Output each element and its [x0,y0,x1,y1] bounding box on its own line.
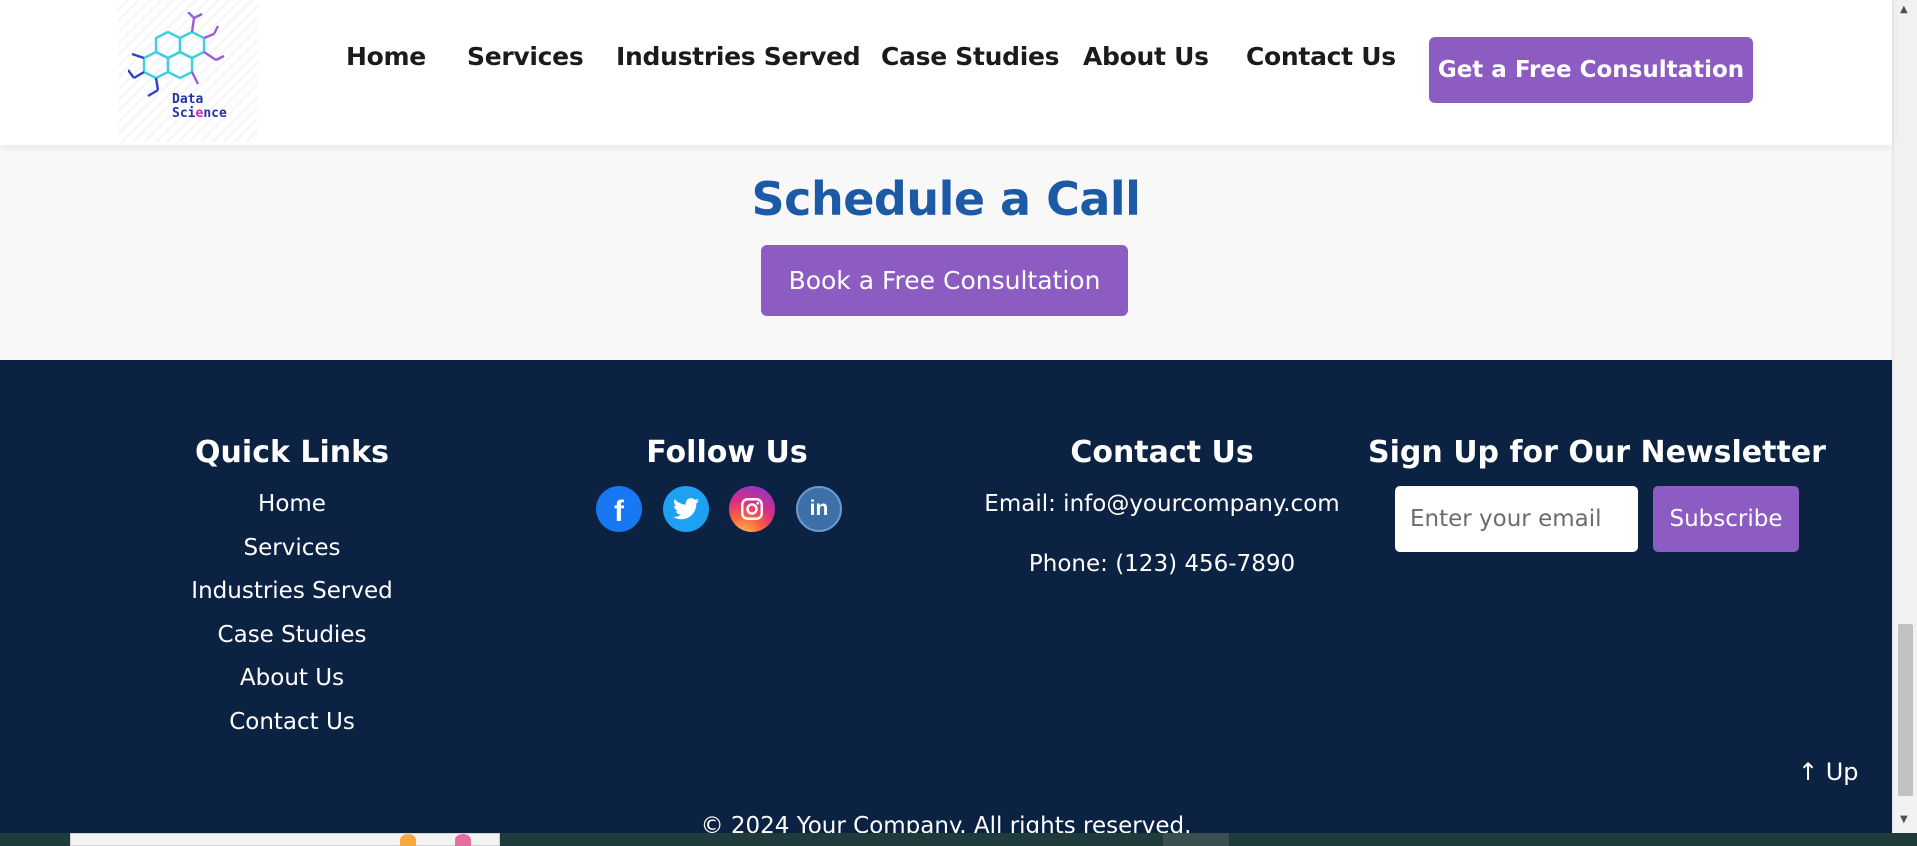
site-footer: Quick Links Home Services Industries Ser… [0,360,1892,846]
book-free-consultation-button[interactable]: Book a Free Consultation [761,245,1128,316]
data-science-logo[interactable]: Data Science [118,0,258,142]
schedule-call-title: Schedule a Call [751,172,1141,226]
subscribe-button[interactable]: Subscribe [1653,486,1799,552]
logo-text-line2: Science [172,106,227,121]
page-scrollbar[interactable]: ▲ ▼ [1892,0,1917,834]
follow-us-title: Follow Us [646,435,808,470]
nav-home[interactable]: Home [346,42,426,71]
footer-link-contact-us[interactable]: Contact Us [229,709,355,735]
nav-about-us[interactable]: About Us [1083,42,1209,71]
footer-link-services[interactable]: Services [244,535,341,561]
os-taskbar [0,833,1917,846]
contact-us-title: Contact Us [1070,435,1254,470]
nav-contact-us[interactable]: Contact Us [1246,42,1396,71]
logo-text-line1: Data [172,92,204,107]
scroll-up-arrow-icon[interactable]: ▲ [1900,4,1908,15]
facebook-icon[interactable]: f [596,486,642,532]
contact-email: Email: info@yourcompany.com [984,491,1340,517]
get-free-consultation-button[interactable]: Get a Free Consultation [1429,37,1753,103]
quick-links-title: Quick Links [195,435,389,470]
site-header: Data Science Home Services Industries Se… [0,0,1892,145]
footer-link-home[interactable]: Home [258,491,326,517]
nav-industries-served[interactable]: Industries Served [616,42,861,71]
scroll-up-link[interactable]: ↑ Up [1798,758,1859,786]
linkedin-icon[interactable]: in [796,486,842,532]
footer-link-case-studies[interactable]: Case Studies [218,622,367,648]
footer-link-about-us[interactable]: About Us [240,665,344,691]
taskbar-search-box[interactable] [70,833,500,846]
contact-phone: Phone: (123) 456-7890 [1028,551,1296,577]
twitter-icon[interactable] [663,486,709,532]
instagram-icon[interactable] [729,486,775,532]
scroll-down-arrow-icon[interactable]: ▼ [1900,814,1908,825]
newsletter-title: Sign Up for Our Newsletter [1368,435,1826,470]
taskbar-decoration-icon [400,834,416,846]
molecule-logo-icon [128,12,225,98]
taskbar-decoration-icon [455,834,471,846]
newsletter-email-input[interactable] [1395,486,1638,552]
footer-link-industries-served[interactable]: Industries Served [191,578,392,604]
taskbar-active-app[interactable] [1163,833,1229,846]
nav-case-studies[interactable]: Case Studies [881,42,1060,71]
nav-services[interactable]: Services [467,42,584,71]
scrollbar-thumb[interactable] [1898,624,1913,796]
